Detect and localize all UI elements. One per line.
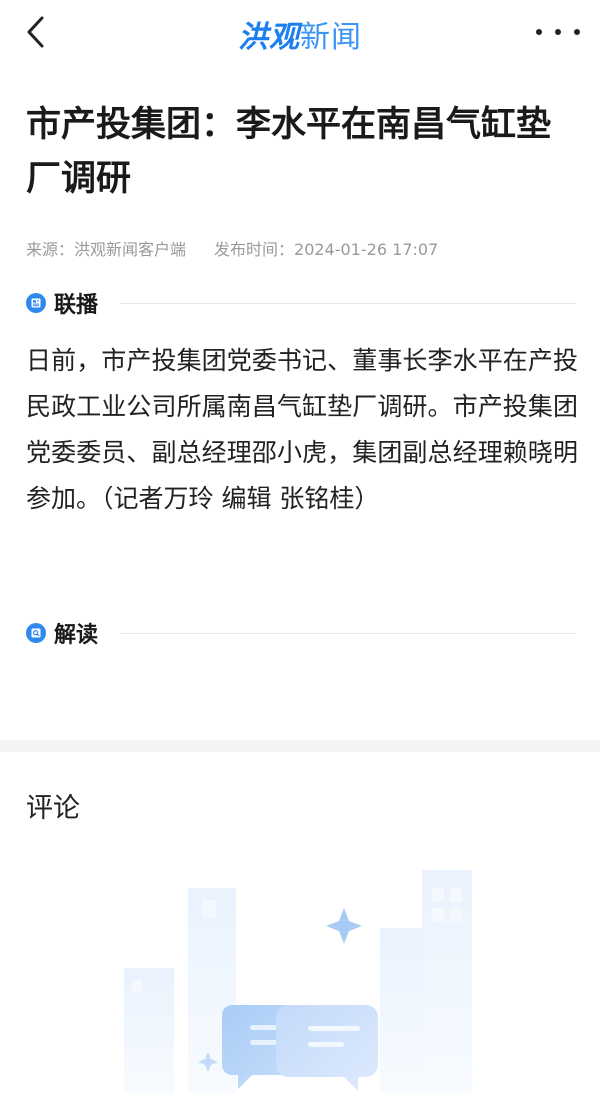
section-separator-band (0, 740, 600, 752)
logo-part2: 新闻 (300, 20, 362, 55)
newspaper-icon (26, 293, 46, 313)
section-divider (120, 302, 576, 304)
top-nav-bar: 洪观新闻 (0, 0, 600, 66)
app-logo: 洪观新闻 (0, 12, 600, 56)
section-divider (120, 632, 576, 634)
more-button[interactable] (536, 18, 580, 46)
section-interpret-label: 解读 (54, 623, 99, 648)
article-title: 市产投集团：李水平在南昌气缸垫厂调研 (26, 105, 552, 199)
article-meta: 来源：洪观新闻客户端 发布时间：2024-01-26 17:07 (26, 236, 438, 260)
empty-comments-illustration-icon (124, 870, 472, 1093)
section-broadcast-label: 联播 (54, 293, 99, 318)
article-source: 来源：洪观新闻客户端 (26, 240, 187, 259)
section-interpret-header: 解读 (26, 618, 576, 648)
section-broadcast-header: 联播 (26, 288, 576, 318)
logo-part1: 洪观 (238, 20, 300, 55)
more-horizontal-icon-dot (536, 29, 542, 35)
more-horizontal-icon-dot (555, 29, 561, 35)
magnifier-icon (26, 623, 46, 643)
more-horizontal-icon-dot (574, 29, 580, 35)
article-body: 日前，市产投集团党委书记、董事长李水平在产投民政工业公司所属南昌气缸垫厂调研。市… (26, 346, 578, 513)
comments-title: 评论 (26, 793, 80, 824)
article-publish-time: 发布时间：2024-01-26 17:07 (214, 240, 439, 259)
